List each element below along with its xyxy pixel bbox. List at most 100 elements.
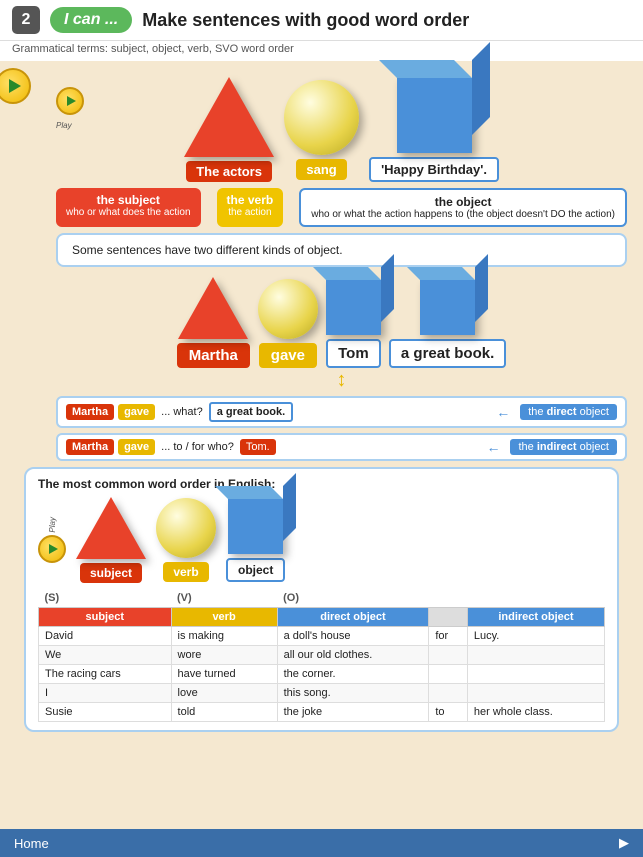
cell-s: Susie [39,703,172,722]
bottom-verb-label: verb [163,562,208,582]
sentence2-verb-sphere [258,279,318,339]
cell-prep: for [429,627,468,646]
col-empty [429,589,468,608]
bottom-section: The most common word order in English: P… [24,467,619,732]
lesson-number: 2 [12,6,40,34]
play-bottom-label: Play [48,517,57,533]
bottom-verb-shape: verb [156,498,216,582]
object-desc: who or what the action happens to (the o… [311,209,615,220]
bottom-header: The most common word order in English: [38,477,605,491]
sentence2-indirect-cube [326,280,381,335]
sentence2-direct-shape: a great book. [389,280,506,368]
direct-arrow-icon: ← [496,404,510,420]
col-s: (S) [39,589,172,608]
footer: Home ▶ [0,829,643,857]
sentence2-subject-shape: Martha [177,277,250,368]
cell-prep [429,684,468,703]
down-arrow-icon: ↕ [337,370,347,390]
cell-io: her whole class. [467,703,604,722]
object-shape: 'Happy Birthday'. [369,78,499,182]
subject-grammar-box: the subject who or what does the action [56,188,201,227]
object-grammar-box: the object who or what the action happen… [299,188,627,227]
th-direct-obj: direct object [277,608,429,627]
indirect-subject: Martha [66,439,114,455]
table-row: The racing cars have turned the corner. [39,665,605,684]
subtitle: Grammatical terms: subject, object, verb… [0,41,643,61]
table-header-row: subject verb direct object indirect obje… [39,608,605,627]
cell-s: We [39,646,172,665]
cell-o: a doll's house [277,627,429,646]
cell-io: Lucy. [467,627,604,646]
indirect-verb: gave [118,439,155,455]
cell-v: wore [171,646,277,665]
bottom-subject-pyramid [76,497,146,559]
nav-arrow-icon[interactable]: ▶ [619,835,629,851]
indirect-arrow-icon: ← [486,439,500,455]
verb-desc: the action [227,207,274,218]
cell-io [467,646,604,665]
bottom-shapes-area: Play subject verb object [38,497,605,583]
bottom-object-label: object [226,558,285,582]
play-sentence1-icon[interactable] [56,87,84,115]
subject-term: the subject [66,193,191,207]
th-indirect-obj: indirect object [467,608,604,627]
play-label: Play [56,121,72,130]
subject-shape: The actors [184,77,274,182]
col-io [467,589,604,608]
info-box-text: Some sentences have two different kinds … [72,243,343,257]
verb-sphere [284,80,359,155]
i-can-badge: I can ... [50,7,132,33]
bottom-object-cube [228,499,283,554]
sentence2-direct-cube [420,280,475,335]
object-label: 'Happy Birthday'. [369,157,499,182]
header: 2 I can ... Make sentences with good wor… [0,0,643,41]
play-bottom-button[interactable]: Play [38,517,66,563]
bottom-object-shape: object [226,499,285,582]
page-title: Make sentences with good word order [142,10,469,31]
bottom-verb-sphere [156,498,216,558]
main-content: Play The actors sang 'Happy Birthday'. t… [0,61,643,746]
cell-o: the joke [277,703,429,722]
cell-io [467,684,604,703]
cell-prep: to [429,703,468,722]
indirect-badge: the indirect object [510,439,617,455]
th-prep [429,608,468,627]
table-row: We wore all our old clothes. [39,646,605,665]
cell-v: told [171,703,277,722]
direct-subject: Martha [66,404,114,420]
cell-o: this song. [277,684,429,703]
home-link[interactable]: Home [14,836,49,851]
direct-question: ... what? [161,406,203,418]
object-cube [397,78,472,153]
sentence2-subject-label: Martha [177,343,250,368]
cell-prep [429,646,468,665]
verb-term: the verb [227,193,274,207]
indirect-object-row: Martha gave ... to / for who? Tom. ← the… [56,433,627,461]
play-bottom-icon[interactable] [38,535,66,563]
indirect-answer: Tom. [240,439,276,455]
svo-table: (S) (V) (O) subject verb direct object i… [38,589,605,722]
th-subject: subject [39,608,172,627]
direct-object-row: Martha gave ... what? a great book. ← th… [56,396,627,428]
table-row: I love this song. [39,684,605,703]
cell-s: David [39,627,172,646]
cell-s: I [39,684,172,703]
subject-label: The actors [186,161,272,182]
sentence2-verb-label: gave [259,343,317,368]
grammar-labels-row: the subject who or what does the action … [56,188,627,227]
table-row: Susie told the joke to her whole class. [39,703,605,722]
sentence2-indirect-label: Tom [326,339,381,368]
cell-prep [429,665,468,684]
verb-grammar-box: the verb the action [217,188,284,227]
sentence2-subject-pyramid [178,277,248,339]
info-box: Some sentences have two different kinds … [56,233,627,267]
indirect-question: ... to / for who? [161,441,234,453]
sentence2-verb-shape: gave [258,279,318,368]
cell-o: all our old clothes. [277,646,429,665]
play-all-button[interactable]: Play All [8,68,18,100]
play-sentence1-button[interactable]: Play [56,87,84,133]
cell-v: have turned [171,665,277,684]
direct-verb: gave [118,404,155,420]
subject-desc: who or what does the action [66,207,191,218]
verb-shape: sang [284,80,359,180]
